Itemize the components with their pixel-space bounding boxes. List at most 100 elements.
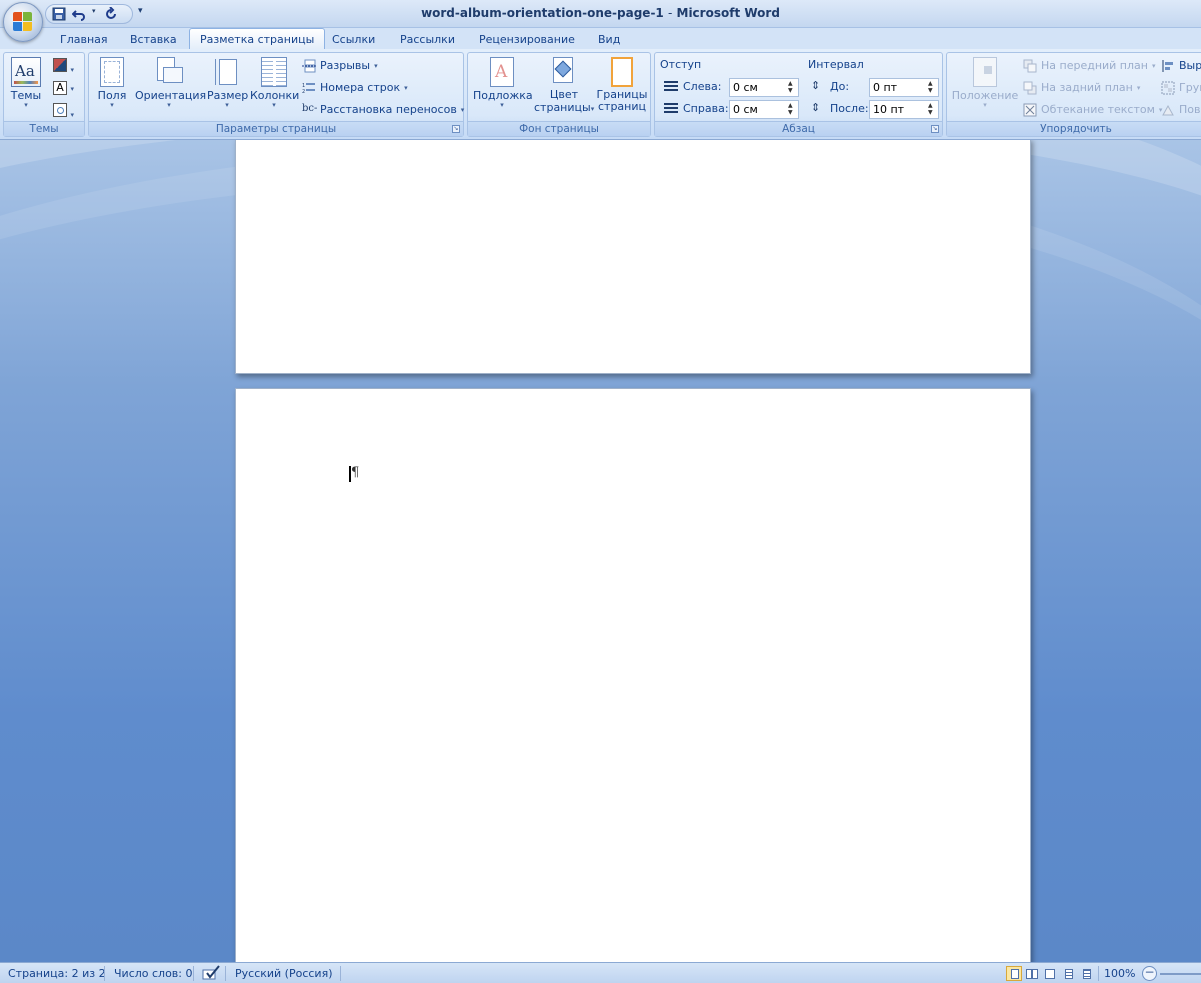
themes-button[interactable]: Aa Темы ▾ [9,57,43,109]
paint-bucket-icon [552,57,576,87]
spacing-before-label: До: [830,80,850,93]
tab-mailings[interactable]: Рассылки [390,30,465,49]
page-setup-launcher-icon[interactable]: ↘ [452,125,460,133]
position-icon [973,57,997,87]
margins-button[interactable]: Поля ▾ [97,57,127,109]
spacing-after-input[interactable]: 10 пт ▲ ▼ [869,100,939,119]
spacing-before-icon: ⇕ [811,79,821,92]
theme-effects-button[interactable]: ▾ [53,103,74,120]
indent-title: Отступ [660,58,702,71]
status-word-count[interactable]: Число слов: 0 [114,967,193,980]
spacing-before-spinner-icon[interactable]: ▲ ▼ [928,80,936,94]
spacing-after-spinner-icon[interactable]: ▲ ▼ [928,102,936,116]
margins-icon [100,57,124,87]
group-page-setup: Поля ▾ Ориентация ▾ Размер ▾ Колонки ▾ Р… [88,52,464,137]
tab-insert[interactable]: Вставка [120,30,187,49]
themes-icon: Aa [11,57,41,87]
columns-icon [261,57,287,87]
proofing-icon[interactable] [201,965,221,983]
size-button[interactable]: Размер ▾ [207,57,248,109]
spacing-after-icon: ⇕ [811,101,821,114]
page-borders-icon [611,57,633,87]
send-back-icon [1023,81,1037,95]
paragraph-mark: ¶ [351,465,360,480]
bring-front-button[interactable]: На передний план ▾ [1023,56,1155,75]
tab-view[interactable]: Вид [588,30,630,49]
indent-left-label: Слева: [683,80,722,93]
orientation-button[interactable]: Ориентация ▾ [135,57,206,109]
theme-colors-button[interactable]: ▾ [53,58,74,75]
document-page-1[interactable] [235,140,1031,374]
indent-left-spinner-icon[interactable]: ▲ ▼ [788,80,796,94]
group-label-arrange: Упорядочить [947,121,1201,136]
tab-review[interactable]: Рецензирование [469,30,585,49]
theme-fonts-button[interactable]: A ▾ [53,81,74,95]
indent-left-input[interactable]: 0 см ▲ ▼ [729,78,799,97]
group-label-themes: Темы [4,121,84,136]
send-back-button[interactable]: На задний план ▾ [1023,78,1140,97]
line-numbers-button[interactable]: 12 Номера строк ▾ [302,78,408,97]
full-screen-reading-view-icon[interactable] [1024,966,1040,981]
svg-text:2: 2 [302,89,305,95]
title-bar: ▾ ▾ word-album-orientation-one-page-1 - … [0,0,1201,42]
breaks-button[interactable]: Разрывы ▾ [302,56,378,75]
window-title: word-album-orientation-one-page-1 - Micr… [421,6,780,20]
watermark-button[interactable]: A Подложка ▾ [473,57,533,109]
office-button[interactable] [3,2,43,42]
group-objects-button[interactable]: Груп [1161,78,1201,97]
document-workspace[interactable]: ¶ [0,140,1201,962]
status-page[interactable]: Страница: 2 из 2 [8,967,106,980]
status-bar: Страница: 2 из 2 Число слов: 0 Русский (… [0,962,1201,983]
indent-right-input[interactable]: 0 см ▲ ▼ [729,100,799,119]
group-arrange: Положение ▾ На передний план ▾ На задний… [946,52,1201,137]
hyphenation-button[interactable]: bc- Расстановка переносов ▾ [302,100,464,119]
group-label-page-setup: Параметры страницы [89,121,463,136]
zoom-level[interactable]: 100% [1104,967,1135,980]
indent-right-spinner-icon[interactable]: ▲ ▼ [788,102,796,116]
page-color-button[interactable]: Цвет страницы▾ [534,57,594,114]
spacing-before-input[interactable]: 0 пт ▲ ▼ [869,78,939,97]
tab-page-layout[interactable]: Разметка страницы [189,28,326,49]
tab-references[interactable]: Ссылки [322,30,385,49]
office-logo-icon [13,12,33,32]
status-language[interactable]: Русский (Россия) [235,967,333,980]
group-themes: Aa Темы ▾ ▾ A ▾ ▾ Темы [3,52,85,137]
spacing-title: Интервал [808,58,864,71]
align-icon [1161,59,1175,73]
tab-home[interactable]: Главная [50,30,118,49]
watermark-icon: A [490,57,514,87]
paragraph-launcher-icon[interactable]: ↘ [931,125,939,133]
theme-colors-icon [53,58,67,72]
web-layout-view-icon[interactable] [1042,966,1058,981]
group-label-paragraph: Абзац [655,121,942,136]
group-paragraph: Отступ Слева: 0 см ▲ ▼ Справа: 0 см ▲ ▼ Ин… [654,52,943,137]
spacing-after-label: После: [830,102,869,115]
draft-view-icon[interactable] [1078,966,1094,981]
document-page-2[interactable]: ¶ [235,388,1031,962]
indent-right-label: Справа: [683,102,729,115]
indent-right-icon [664,103,678,115]
group-label-page-background: Фон страницы [468,121,650,136]
group-objects-icon [1161,81,1175,95]
zoom-out-icon[interactable]: − [1142,966,1157,981]
ribbon-tabs: Главная Вставка Разметка страницы Ссылки… [0,28,1201,49]
page-borders-button[interactable]: Границы страниц [596,57,648,113]
align-button[interactable]: Выр [1161,56,1201,75]
print-layout-view-icon[interactable] [1006,966,1022,981]
breaks-icon [302,59,316,73]
theme-fonts-icon: A [53,81,67,95]
rotate-button[interactable]: Пов [1161,100,1200,119]
zoom-slider[interactable] [1160,973,1201,975]
position-button[interactable]: Положение ▾ [951,57,1019,109]
group-page-background: A Подложка ▾ Цвет страницы▾ Границы стра… [467,52,651,137]
orientation-icon [155,57,183,87]
line-numbers-icon: 12 [302,81,316,95]
hyphenation-icon: bc- [302,102,318,114]
bring-front-icon [1023,59,1037,73]
ribbon: Aa Темы ▾ ▾ A ▾ ▾ Темы Поля ▾ Ориентация… [0,49,1201,140]
outline-view-icon[interactable] [1060,966,1076,981]
columns-button[interactable]: Колонки ▾ [250,57,299,109]
rotate-icon [1161,103,1175,117]
text-wrap-button[interactable]: Обтекание текстом ▾ [1023,100,1162,119]
text-wrap-icon [1023,103,1037,117]
